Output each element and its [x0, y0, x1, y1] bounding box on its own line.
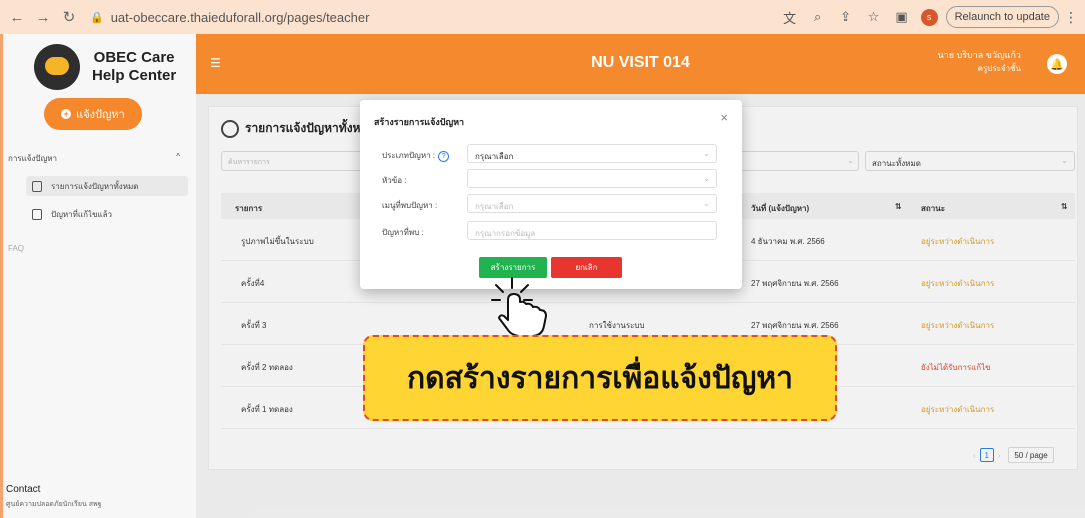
- page: ← → ↻ 🔒 uat-obeccare.thaieduforall.org/p…: [0, 0, 1085, 518]
- list-icon: [32, 180, 42, 192]
- sidebar-group-reports[interactable]: การแจ้งปัญหา ^: [8, 152, 180, 165]
- contact-subtitle: ศูนย์ความปลอดภัยนักเรียน สพฐ: [6, 501, 102, 508]
- chevron-down-icon: ⌄: [703, 199, 710, 208]
- reload-icon[interactable]: ↻: [58, 6, 80, 28]
- report-problem-label: แจ้งปัญหา: [76, 109, 125, 121]
- bookmark-star-icon[interactable]: ☆: [863, 6, 885, 28]
- more-menu-icon[interactable]: ⋮: [1063, 9, 1079, 26]
- logo-line1: OBEC Care: [93, 49, 175, 66]
- lock-icon: 🔒: [90, 11, 104, 24]
- forward-arrow-icon[interactable]: →: [32, 6, 54, 28]
- notification-bell-icon[interactable]: 🔔: [1047, 54, 1067, 74]
- user-name: นาย บริบาล ขวัญแก้ว: [937, 50, 1022, 60]
- plus-icon: +: [61, 109, 72, 119]
- sidebar: OBEC Care Help Center + แจ้งปัญหา การแจ้…: [0, 34, 196, 518]
- share-icon[interactable]: ⇪: [835, 6, 857, 28]
- help-icon[interactable]: ?: [438, 151, 450, 162]
- topic-label: หัวข้อ :: [382, 176, 407, 185]
- modal-title: สร้างรายการแจ้งปัญหา: [374, 117, 465, 127]
- instruction-text: กดสร้างรายการเพื่อแจ้งปัญหา: [406, 361, 794, 395]
- sidebar-item-label: รายการแจ้งปัญหาทั้งหมด: [51, 181, 139, 191]
- location-select-value: กรุณาเลือก: [475, 202, 514, 211]
- sidebar-group-label: การแจ้งปัญหา: [8, 154, 58, 163]
- profile-avatar[interactable]: s: [920, 8, 938, 26]
- type-label: ประเภทปัญหา :?: [382, 149, 450, 162]
- top-header: ☰ NU VISIT 014 นาย บริบาล ขวัญแก้ว ครูปร…: [196, 34, 1085, 94]
- sidebar-item-resolved[interactable]: ปัญหาที่แก้ไขแล้ว: [32, 204, 182, 224]
- zoom-icon[interactable]: ⌕: [807, 6, 829, 28]
- instruction-callout: กดสร้างรายการเพื่อแจ้งปัญหา: [363, 335, 837, 421]
- report-problem-button[interactable]: + แจ้งปัญหา: [44, 98, 142, 130]
- type-label-text: ประเภทปัญหา :: [382, 151, 436, 160]
- cancel-button[interactable]: ยกเลิก: [551, 257, 622, 278]
- address-bar[interactable]: 🔒 uat-obeccare.thaieduforall.org/pages/t…: [90, 5, 773, 29]
- logo-line2: Help Center: [92, 67, 177, 84]
- logo-chat-icon: [34, 44, 80, 90]
- topic-select[interactable]: ⌄: [467, 169, 717, 188]
- sidebar-item-all-reports[interactable]: รายการแจ้งปัญหาทั้งหมด: [26, 176, 188, 196]
- chevron-down-icon: ⌄: [703, 149, 710, 158]
- url-text: uat-obeccare.thaieduforall.org/pages/tea…: [110, 9, 370, 25]
- chevron-down-icon: ⌄: [703, 174, 710, 183]
- location-label: เมนูที่พบปัญหา :: [382, 201, 438, 210]
- problem-label: ปัญหาที่พบ :: [382, 228, 424, 237]
- sidebar-item-label: ปัญหาที่แก้ไขแล้ว: [51, 209, 112, 219]
- problem-input[interactable]: กรุณากรอกข้อมูล: [467, 221, 717, 240]
- side-panel-icon[interactable]: ▣: [891, 6, 913, 28]
- back-arrow-icon[interactable]: ←: [6, 6, 28, 28]
- sidebar-item-faq[interactable]: FAQ: [8, 244, 24, 253]
- translate-icon[interactable]: 文: [779, 6, 801, 28]
- contact-title: Contact: [6, 484, 41, 495]
- logo[interactable]: OBEC Care Help Center: [34, 44, 176, 90]
- create-report-modal: สร้างรายการแจ้งปัญหา × ประเภทปัญหา :? กร…: [360, 100, 742, 289]
- user-role: ครูประจำชั้น: [977, 64, 1021, 73]
- tap-hand-icon: [491, 277, 547, 337]
- close-icon[interactable]: ×: [720, 110, 728, 125]
- document-icon: [32, 208, 42, 220]
- location-select[interactable]: กรุณาเลือก ⌄: [467, 194, 717, 213]
- chevron-up-icon: ^: [176, 152, 180, 161]
- left-edge-decoration: [0, 34, 3, 518]
- type-select[interactable]: กรุณาเลือก ⌄: [467, 144, 717, 163]
- browser-toolbar: ← → ↻ 🔒 uat-obeccare.thaieduforall.org/p…: [0, 0, 1085, 34]
- type-select-value: กรุณาเลือก: [475, 152, 514, 161]
- relaunch-button[interactable]: Relaunch to update: [945, 6, 1059, 28]
